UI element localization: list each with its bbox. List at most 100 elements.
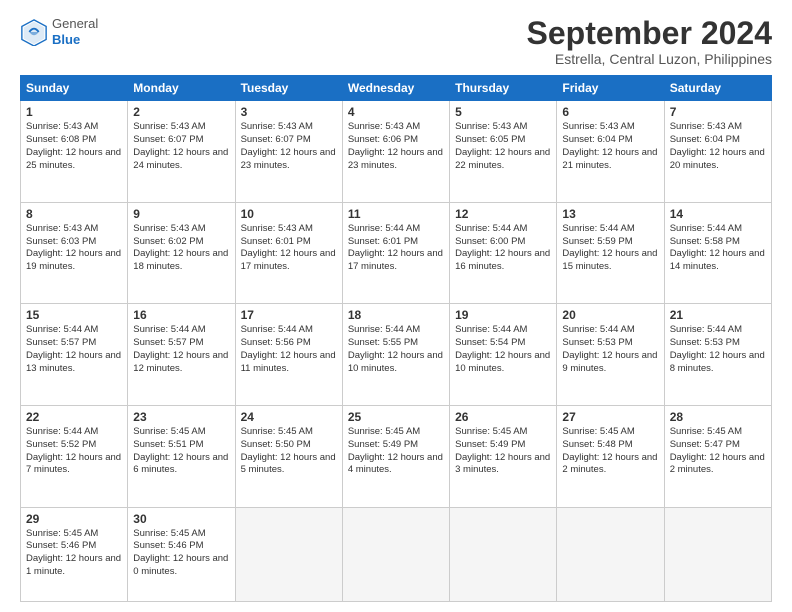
day-info: Sunrise: 5:45 AM Sunset: 5:49 PM Dayligh…	[348, 426, 444, 477]
day-info: Sunrise: 5:45 AM Sunset: 5:48 PM Dayligh…	[562, 426, 658, 477]
day-info: Sunrise: 5:43 AM Sunset: 6:01 PM Dayligh…	[241, 223, 337, 274]
day-info: Sunrise: 5:44 AM Sunset: 5:57 PM Dayligh…	[133, 324, 229, 375]
location: Estrella, Central Luzon, Philippines	[527, 51, 772, 67]
calendar-day-header: Sunday	[21, 76, 128, 101]
calendar-cell: 28 Sunrise: 5:45 AM Sunset: 5:47 PM Dayl…	[664, 405, 771, 507]
day-info: Sunrise: 5:44 AM Sunset: 6:01 PM Dayligh…	[348, 223, 444, 274]
day-info: Sunrise: 5:43 AM Sunset: 6:06 PM Dayligh…	[348, 121, 444, 172]
calendar-cell: 26 Sunrise: 5:45 AM Sunset: 5:49 PM Dayl…	[450, 405, 557, 507]
calendar-cell: 25 Sunrise: 5:45 AM Sunset: 5:49 PM Dayl…	[342, 405, 449, 507]
calendar-cell: 17 Sunrise: 5:44 AM Sunset: 5:56 PM Dayl…	[235, 304, 342, 406]
calendar-cell: 20 Sunrise: 5:44 AM Sunset: 5:53 PM Dayl…	[557, 304, 664, 406]
day-number: 14	[670, 207, 766, 221]
day-info: Sunrise: 5:44 AM Sunset: 5:54 PM Dayligh…	[455, 324, 551, 375]
calendar-week-row: 8 Sunrise: 5:43 AM Sunset: 6:03 PM Dayli…	[21, 202, 772, 304]
calendar-cell	[664, 507, 771, 602]
calendar-week-row: 15 Sunrise: 5:44 AM Sunset: 5:57 PM Dayl…	[21, 304, 772, 406]
day-number: 29	[26, 512, 122, 526]
calendar-cell: 18 Sunrise: 5:44 AM Sunset: 5:55 PM Dayl…	[342, 304, 449, 406]
calendar-cell: 3 Sunrise: 5:43 AM Sunset: 6:07 PM Dayli…	[235, 101, 342, 203]
calendar-cell: 10 Sunrise: 5:43 AM Sunset: 6:01 PM Dayl…	[235, 202, 342, 304]
day-info: Sunrise: 5:43 AM Sunset: 6:02 PM Dayligh…	[133, 223, 229, 274]
calendar-day-header: Wednesday	[342, 76, 449, 101]
day-number: 7	[670, 105, 766, 119]
calendar-cell: 9 Sunrise: 5:43 AM Sunset: 6:02 PM Dayli…	[128, 202, 235, 304]
logo-text: General Blue	[52, 16, 98, 47]
calendar-cell	[342, 507, 449, 602]
calendar-cell: 24 Sunrise: 5:45 AM Sunset: 5:50 PM Dayl…	[235, 405, 342, 507]
title-block: September 2024 Estrella, Central Luzon, …	[527, 16, 772, 67]
calendar-cell: 14 Sunrise: 5:44 AM Sunset: 5:58 PM Dayl…	[664, 202, 771, 304]
day-info: Sunrise: 5:44 AM Sunset: 5:55 PM Dayligh…	[348, 324, 444, 375]
day-number: 11	[348, 207, 444, 221]
day-number: 18	[348, 308, 444, 322]
calendar-cell: 4 Sunrise: 5:43 AM Sunset: 6:06 PM Dayli…	[342, 101, 449, 203]
calendar-cell: 2 Sunrise: 5:43 AM Sunset: 6:07 PM Dayli…	[128, 101, 235, 203]
calendar-cell: 13 Sunrise: 5:44 AM Sunset: 5:59 PM Dayl…	[557, 202, 664, 304]
day-info: Sunrise: 5:43 AM Sunset: 6:04 PM Dayligh…	[562, 121, 658, 172]
day-number: 9	[133, 207, 229, 221]
day-info: Sunrise: 5:43 AM Sunset: 6:04 PM Dayligh…	[670, 121, 766, 172]
day-info: Sunrise: 5:43 AM Sunset: 6:05 PM Dayligh…	[455, 121, 551, 172]
calendar-cell: 23 Sunrise: 5:45 AM Sunset: 5:51 PM Dayl…	[128, 405, 235, 507]
day-number: 25	[348, 410, 444, 424]
day-number: 22	[26, 410, 122, 424]
day-number: 20	[562, 308, 658, 322]
calendar-week-row: 1 Sunrise: 5:43 AM Sunset: 6:08 PM Dayli…	[21, 101, 772, 203]
calendar-week-row: 22 Sunrise: 5:44 AM Sunset: 5:52 PM Dayl…	[21, 405, 772, 507]
day-number: 23	[133, 410, 229, 424]
month-title: September 2024	[527, 16, 772, 51]
day-info: Sunrise: 5:44 AM Sunset: 5:59 PM Dayligh…	[562, 223, 658, 274]
day-info: Sunrise: 5:44 AM Sunset: 5:57 PM Dayligh…	[26, 324, 122, 375]
day-info: Sunrise: 5:43 AM Sunset: 6:07 PM Dayligh…	[133, 121, 229, 172]
calendar-week-row: 29 Sunrise: 5:45 AM Sunset: 5:46 PM Dayl…	[21, 507, 772, 602]
day-info: Sunrise: 5:45 AM Sunset: 5:46 PM Dayligh…	[133, 528, 229, 579]
day-info: Sunrise: 5:44 AM Sunset: 5:52 PM Dayligh…	[26, 426, 122, 477]
logo-icon	[20, 18, 48, 46]
day-number: 8	[26, 207, 122, 221]
calendar-cell: 8 Sunrise: 5:43 AM Sunset: 6:03 PM Dayli…	[21, 202, 128, 304]
day-info: Sunrise: 5:45 AM Sunset: 5:46 PM Dayligh…	[26, 528, 122, 579]
day-info: Sunrise: 5:43 AM Sunset: 6:03 PM Dayligh…	[26, 223, 122, 274]
calendar-cell	[235, 507, 342, 602]
calendar-cell: 7 Sunrise: 5:43 AM Sunset: 6:04 PM Dayli…	[664, 101, 771, 203]
day-number: 2	[133, 105, 229, 119]
logo-blue: Blue	[52, 32, 98, 48]
day-info: Sunrise: 5:44 AM Sunset: 5:53 PM Dayligh…	[670, 324, 766, 375]
calendar-header-row: SundayMondayTuesdayWednesdayThursdayFrid…	[21, 76, 772, 101]
day-number: 4	[348, 105, 444, 119]
day-number: 26	[455, 410, 551, 424]
day-number: 13	[562, 207, 658, 221]
calendar-cell: 11 Sunrise: 5:44 AM Sunset: 6:01 PM Dayl…	[342, 202, 449, 304]
day-info: Sunrise: 5:45 AM Sunset: 5:49 PM Dayligh…	[455, 426, 551, 477]
calendar-cell: 6 Sunrise: 5:43 AM Sunset: 6:04 PM Dayli…	[557, 101, 664, 203]
calendar-cell: 30 Sunrise: 5:45 AM Sunset: 5:46 PM Dayl…	[128, 507, 235, 602]
calendar-day-header: Tuesday	[235, 76, 342, 101]
day-info: Sunrise: 5:45 AM Sunset: 5:47 PM Dayligh…	[670, 426, 766, 477]
day-number: 12	[455, 207, 551, 221]
day-number: 19	[455, 308, 551, 322]
calendar-cell: 5 Sunrise: 5:43 AM Sunset: 6:05 PM Dayli…	[450, 101, 557, 203]
day-number: 1	[26, 105, 122, 119]
calendar-day-header: Monday	[128, 76, 235, 101]
calendar-table: SundayMondayTuesdayWednesdayThursdayFrid…	[20, 75, 772, 602]
calendar-cell: 29 Sunrise: 5:45 AM Sunset: 5:46 PM Dayl…	[21, 507, 128, 602]
calendar-cell: 16 Sunrise: 5:44 AM Sunset: 5:57 PM Dayl…	[128, 304, 235, 406]
day-info: Sunrise: 5:44 AM Sunset: 5:53 PM Dayligh…	[562, 324, 658, 375]
day-number: 6	[562, 105, 658, 119]
day-info: Sunrise: 5:43 AM Sunset: 6:07 PM Dayligh…	[241, 121, 337, 172]
calendar-day-header: Thursday	[450, 76, 557, 101]
day-number: 16	[133, 308, 229, 322]
day-number: 3	[241, 105, 337, 119]
calendar-cell	[557, 507, 664, 602]
logo-general: General	[52, 16, 98, 32]
calendar-cell	[450, 507, 557, 602]
day-number: 17	[241, 308, 337, 322]
day-number: 5	[455, 105, 551, 119]
calendar-cell: 21 Sunrise: 5:44 AM Sunset: 5:53 PM Dayl…	[664, 304, 771, 406]
calendar-day-header: Saturday	[664, 76, 771, 101]
day-info: Sunrise: 5:44 AM Sunset: 6:00 PM Dayligh…	[455, 223, 551, 274]
day-number: 10	[241, 207, 337, 221]
calendar-cell: 22 Sunrise: 5:44 AM Sunset: 5:52 PM Dayl…	[21, 405, 128, 507]
day-info: Sunrise: 5:44 AM Sunset: 5:58 PM Dayligh…	[670, 223, 766, 274]
